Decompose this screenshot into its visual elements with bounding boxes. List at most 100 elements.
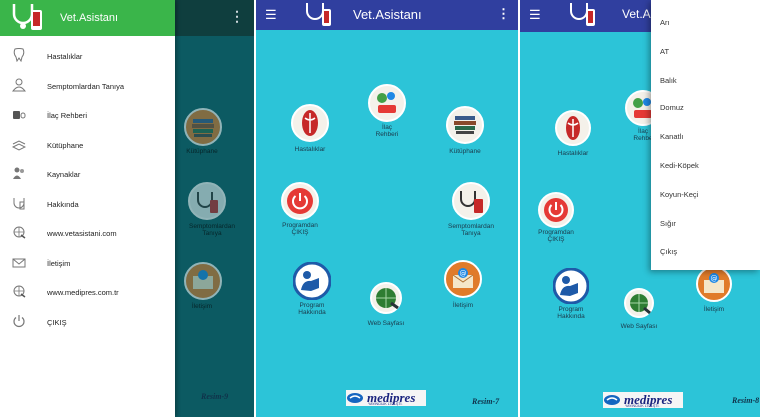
medipres-logo[interactable]: medipres YAYINCILIK LTD. ŞTİ. [603,392,683,408]
diseases-button[interactable]: Hastalıklar [555,110,591,157]
diseases-label: Hastalıklar [294,146,326,153]
menu-item-kanatli[interactable]: Kanatlı [660,132,683,141]
pills-icon [12,107,26,121]
drawer-item-label: İlaç Rehberi [47,111,88,121]
library-label: Kütüphane [449,148,481,155]
drawer-item-vetasistani-web[interactable]: www.vetasistani.com [0,219,175,249]
power-icon [12,314,26,328]
power-icon [538,192,574,228]
user-icon [12,78,26,92]
globe-icon [12,225,26,239]
website-button[interactable]: Web Sayfası [368,282,404,327]
tooth-icon [12,48,26,62]
menu-item-domuz[interactable]: Domuz [660,103,684,112]
drawer-item-kutuphane[interactable]: Kütüphane [0,131,175,161]
people-icon [12,166,26,180]
about-program-button[interactable]: Program Hakkında [292,261,332,316]
menu-item-cikis[interactable]: Çıkış [660,247,677,256]
library-icon-dimmed [184,108,222,146]
exit-program-label: Programdan ÇIKIŞ [538,229,574,244]
drawer-item-ilac[interactable]: İlaç Rehberi [0,101,175,131]
library-button[interactable]: Kütüphane [446,106,484,155]
drawer-item-label: Semptomlardan Tanıya [47,81,124,91]
drawer-item-kaynaklar[interactable]: Kaynaklar [0,160,175,190]
drawer-item-iletisim[interactable]: İletişim [0,249,175,279]
reader-icon [292,261,332,301]
figure-caption: Resim-7 [472,397,500,406]
contact-button[interactable]: @ İletişim [444,260,482,309]
medipres-logo[interactable]: medipres YAYINCILIK LTD. ŞTİ. [346,390,426,406]
library-icon [446,106,484,144]
power-icon [281,182,319,220]
brand-subtitle: YAYINCILIK LTD. ŞTİ. [368,402,403,406]
drawer-header: Vet.Asistanı [0,0,175,36]
figure-caption: Resim-8 [732,396,760,405]
mail-icon: @ [696,266,732,302]
diseases-label: Hastalıklar [557,150,589,157]
drawer-item-hakkinda[interactable]: Hakkında [0,190,175,220]
menu-item-at[interactable]: AT [660,47,669,56]
contact-label: İletişim [452,302,474,309]
info-icon [12,196,26,210]
menu-item-kedi-kopek[interactable]: Kedi-Köpek [660,161,699,170]
screen-menu-open: ☰ Vet.As Hastalıklar İlaç Rehbe Programd… [520,0,760,417]
drawer-item-label: ÇIKIŞ [47,317,67,327]
screen-drawer-open: ⋮ Kütüphane Semptomlardan Tanıya İletişi… [0,0,254,417]
screen-main: ☰ Vet.Asistanı ⋮ Hastalıklar İlaç Rehber… [256,0,518,417]
animal-category-menu: Arı AT Balık Domuz Kanatlı Kedi-Köpek Ko… [651,0,760,270]
drawer-item-cikis[interactable]: ÇIKIŞ [0,308,175,338]
medipres-logo-icon [347,393,363,403]
drawer-item-label: Hastalıklar [47,52,83,62]
svg-text:@: @ [711,275,718,283]
drawer-item-label: Kaynaklar [47,170,81,180]
overflow-menu-icon[interactable]: ⋮ [230,8,244,25]
exit-program-button[interactable]: Programdan ÇIKIŞ [538,192,574,243]
drawer-item-label: İletişim [47,258,71,268]
drug-guide-button[interactable]: İlaç Rehberi [368,84,406,138]
drawer-item-label: www.vetasistani.com [47,229,117,239]
mail-icon [12,255,26,269]
hamburger-menu-icon[interactable]: ☰ [265,7,277,23]
website-label: Web Sayfası [367,320,405,327]
diseases-icon [291,104,329,142]
books-icon [12,137,26,151]
drawer-item-hastaliklar[interactable]: Hastalıklar [0,42,175,72]
diseases-button[interactable]: Hastalıklar [291,104,329,153]
medipres-logo-icon [604,395,620,405]
exit-program-label: Programdan ÇIKIŞ [282,222,318,237]
drawer-item-medipres-web[interactable]: www.medipres.com.tr [0,278,175,308]
symptom-diagnosis-label: Semptomlardan Tanıya [448,223,494,238]
app-logo-icon [570,3,595,26]
hamburger-menu-icon[interactable]: ☰ [529,7,541,23]
mail-icon-dimmed [184,262,222,300]
symptom-diagnosis-button[interactable]: Semptomlardan Tanıya [448,182,494,237]
contact-button[interactable]: @ İletişim [696,266,732,313]
globe-icon [12,284,26,298]
drawer-item-label: Kütüphane [47,140,84,150]
menu-item-sigir[interactable]: Sığır [660,219,676,228]
menu-item-balik[interactable]: Balık [660,76,677,85]
about-program-button[interactable]: Program Hakkında [552,267,590,320]
app-title: Vet.Asistanı [353,7,422,22]
about-program-label: Program Hakkında [298,302,326,317]
app-bar: ☰ Vet.Asistanı ⋮ [256,0,518,30]
svg-text:@: @ [460,270,467,278]
website-button[interactable]: Web Sayfası [621,288,657,330]
app-logo-icon [12,4,42,30]
reader-icon [552,267,590,305]
drawer-item-semptom[interactable]: Semptomlardan Tanıya [0,72,175,102]
menu-item-ari[interactable]: Arı [660,18,670,27]
exit-program-button[interactable]: Programdan ÇIKIŞ [281,182,319,236]
globe-icon [370,282,402,314]
figure-caption: Resim-9 [201,392,229,401]
globe-icon [624,288,654,318]
contact-label: İletişim [703,306,725,313]
overflow-menu-icon[interactable]: ⋮ [497,6,510,22]
drug-guide-icon [368,84,406,122]
menu-item-koyun-keci[interactable]: Koyun-Keçi [660,190,698,199]
drawer-item-label: Hakkında [47,199,79,209]
drawer-item-label: www.medipres.com.tr [47,288,119,298]
diseases-icon [555,110,591,146]
stethoscope-icon [452,182,490,220]
app-logo-icon [306,3,331,26]
